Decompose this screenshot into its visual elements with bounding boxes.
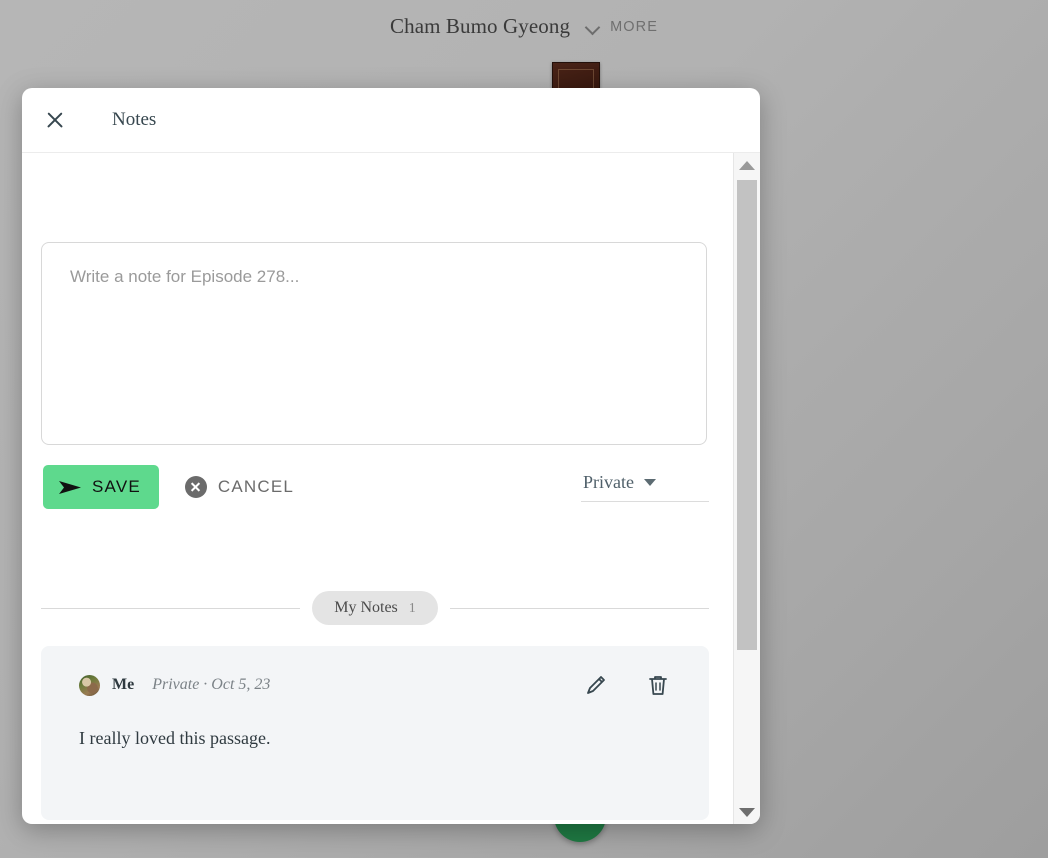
avatar: [79, 674, 100, 696]
note-visibility-date: Private · Oct 5, 23: [152, 676, 271, 693]
my-notes-count: 1: [408, 601, 416, 616]
my-notes-label: My Notes: [334, 599, 398, 616]
scrollbar-thumb[interactable]: [737, 180, 757, 650]
scroll-down-arrow-icon: [739, 807, 755, 817]
modal-body: SAVE CANCEL Private My Notes 1: [22, 153, 760, 824]
privacy-value: Private: [583, 472, 634, 492]
divider-line-right: [449, 607, 709, 609]
cancel-button[interactable]: CANCEL: [184, 476, 295, 498]
modal-scrollbar[interactable]: [733, 153, 760, 824]
note-author: Me: [112, 676, 135, 693]
divider-line-left: [41, 607, 301, 609]
cancel-button-label: CANCEL: [217, 477, 295, 496]
app-root: Cham Bumo Gyeong MORE providence in n Ju…: [0, 0, 1048, 858]
cancel-circle-icon: [184, 476, 207, 498]
caret-down-icon: [644, 479, 656, 486]
my-notes-divider: My Notes 1: [41, 591, 709, 625]
note-composer-input[interactable]: [41, 242, 707, 445]
my-notes-pill: My Notes 1: [312, 591, 438, 625]
edit-note-button[interactable]: [583, 672, 609, 698]
more-label: MORE: [610, 18, 658, 35]
modal-header: Notes: [22, 88, 760, 153]
reader-header: Cham Bumo Gyeong MORE: [0, 14, 1048, 39]
book-title: Cham Bumo Gyeong: [390, 14, 571, 38]
notes-modal: Notes SAVE CANCEL Priv: [22, 88, 760, 824]
chevron-down-icon: [586, 22, 601, 31]
save-button[interactable]: SAVE: [43, 465, 159, 509]
scroll-up-button[interactable]: [734, 153, 760, 177]
note-actions: [583, 672, 671, 698]
save-button-label: SAVE: [92, 477, 141, 496]
scroll-down-button[interactable]: [734, 800, 760, 824]
composer-actions: SAVE CANCEL Private: [43, 464, 709, 510]
close-button[interactable]: [33, 98, 77, 142]
modal-title: Notes: [112, 109, 157, 130]
note-card: Me Private · Oct 5, 23 I really loved th…: [41, 646, 709, 820]
delete-note-button[interactable]: [645, 672, 671, 698]
trash-icon: [649, 675, 667, 695]
note-meta: Me Private · Oct 5, 23: [79, 668, 671, 702]
send-icon: [59, 479, 81, 496]
more-button[interactable]: MORE: [586, 19, 658, 35]
note-body-text: I really loved this passage.: [79, 728, 271, 748]
scroll-up-arrow-icon: [739, 160, 755, 170]
close-icon: [45, 110, 65, 130]
privacy-dropdown[interactable]: Private: [581, 472, 709, 502]
pencil-icon: [587, 676, 605, 694]
